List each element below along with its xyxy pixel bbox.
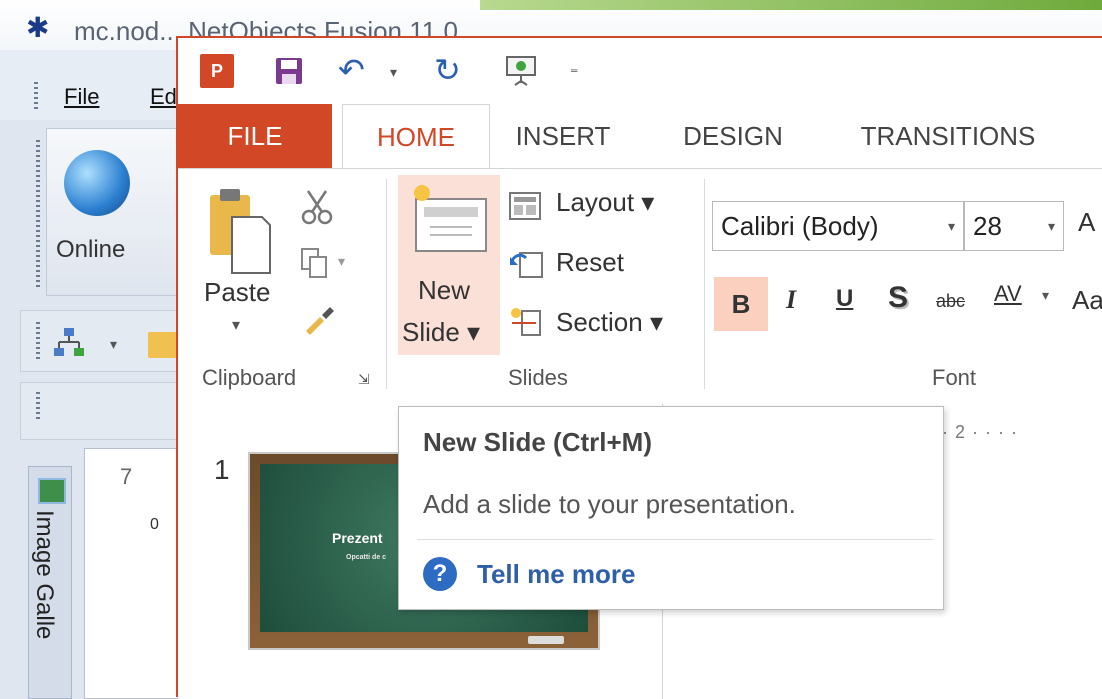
cut-icon[interactable] xyxy=(300,189,334,225)
shadow-button[interactable]: S xyxy=(888,281,908,315)
italic-button[interactable]: I xyxy=(786,285,796,315)
font-size-dropdown-icon[interactable]: ▾ xyxy=(1048,202,1055,250)
undo-icon[interactable]: ↶ xyxy=(338,52,365,88)
redo-icon[interactable]: ↻ xyxy=(434,52,461,88)
copy-dropdown-icon[interactable]: ▾ xyxy=(338,253,345,270)
menubar-grip[interactable] xyxy=(34,82,38,110)
slides-group-label: Slides xyxy=(508,365,568,390)
thumbnail-title: Prezent xyxy=(332,530,383,546)
paste-dropdown-icon[interactable]: ▾ xyxy=(232,315,240,335)
format-painter-icon[interactable] xyxy=(302,305,336,335)
image-gallery-icon xyxy=(38,478,66,504)
ribbon-home: Paste ▾ ▾ Clipboard ⇲ New Slide ▾ Layout… xyxy=(178,168,1102,406)
tab-file[interactable]: FILE xyxy=(178,104,332,168)
image-gallery-label: Image Galle xyxy=(31,510,58,640)
section-button-label[interactable]: Section ▾ xyxy=(556,307,663,338)
font-name-value: Calibri (Body) xyxy=(721,211,879,241)
new-slide-label-line1[interactable]: New xyxy=(418,275,470,306)
group-separator xyxy=(386,179,387,389)
background-toolbar-secondary xyxy=(20,382,182,440)
reset-icon[interactable] xyxy=(508,249,544,279)
panel-grip[interactable] xyxy=(36,140,40,290)
online-button-label[interactable]: Online xyxy=(56,236,125,264)
paste-button-label[interactable]: Paste xyxy=(204,277,271,308)
powerpoint-window: P ↶ ▾ ↻ ⁼ FILE HOME INSERT DESIGN TRANSI… xyxy=(176,36,1102,699)
slide-number: 1 xyxy=(214,454,230,485)
new-slide-icon[interactable] xyxy=(408,181,490,255)
font-name-dropdown-icon[interactable]: ▾ xyxy=(948,202,955,250)
clipboard-group-label: Clipboard xyxy=(202,365,297,390)
change-case-button[interactable]: Aa xyxy=(1072,285,1102,316)
start-presentation-icon[interactable] xyxy=(504,54,538,88)
new-slide-tooltip: New Slide (Ctrl+M) Add a slide to your p… xyxy=(398,406,944,610)
group-separator xyxy=(704,179,705,389)
horizontal-ruler: · 2 · · · · xyxy=(942,422,1018,442)
thumbnail-chalk xyxy=(528,636,564,644)
background-menu-file[interactable]: File xyxy=(64,84,99,110)
background-accent-strip xyxy=(480,0,1102,10)
grow-font-icon[interactable]: A xyxy=(1078,207,1095,238)
background-menu-edit[interactable]: Ed xyxy=(150,84,177,110)
section-icon[interactable] xyxy=(508,305,544,339)
save-icon[interactable] xyxy=(274,56,304,86)
font-size-select[interactable]: 28 ▾ xyxy=(964,201,1064,251)
help-icon[interactable]: ? xyxy=(423,557,457,591)
character-spacing-button[interactable]: AV xyxy=(994,281,1022,307)
underline-button[interactable]: U xyxy=(836,285,853,313)
font-group-label: Font xyxy=(932,365,977,390)
powerpoint-logo-icon[interactable]: P xyxy=(200,54,234,88)
bold-button[interactable]: B xyxy=(714,277,768,331)
toolbar-secondary-grip[interactable] xyxy=(36,392,40,422)
netobjects-logo-icon: ✱ xyxy=(26,12,50,43)
reset-button-label[interactable]: Reset xyxy=(556,247,624,278)
clipboard-launcher-icon[interactable]: ⇲ xyxy=(358,371,370,388)
globe-icon[interactable] xyxy=(64,150,130,216)
layout-button-label[interactable]: Layout ▾ xyxy=(556,187,654,218)
font-size-value: 28 xyxy=(973,211,1002,241)
tooltip-title: New Slide (Ctrl+M) xyxy=(423,427,652,457)
font-name-select[interactable]: Calibri (Body) ▾ xyxy=(712,201,964,251)
ribbon-tabs: FILE HOME INSERT DESIGN TRANSITIONS xyxy=(178,104,1102,170)
sitemap-dropdown-icon[interactable]: ▾ xyxy=(110,336,117,353)
layout-icon[interactable] xyxy=(508,191,542,221)
folder-icon[interactable] xyxy=(148,332,178,358)
new-slide-label-line2[interactable]: Slide ▾ xyxy=(402,317,480,348)
character-spacing-dropdown-icon[interactable]: ▾ xyxy=(1042,287,1049,304)
tab-home[interactable]: HOME xyxy=(342,104,490,170)
undo-dropdown-icon[interactable]: ▾ xyxy=(390,64,397,81)
customize-toolbar-icon[interactable]: ⁼ xyxy=(570,64,578,84)
tooltip-divider xyxy=(417,539,933,540)
sitemap-icon[interactable] xyxy=(52,326,88,360)
copy-icon[interactable] xyxy=(300,247,330,279)
tab-transitions[interactable]: TRANSITIONS xyxy=(828,104,1068,168)
tell-me-more-link[interactable]: Tell me more xyxy=(477,559,635,590)
toolbar-grip[interactable] xyxy=(36,322,40,360)
quick-access-toolbar: P ↶ ▾ ↻ ⁼ xyxy=(178,38,1102,104)
tab-insert[interactable]: INSERT xyxy=(498,104,628,168)
paste-icon[interactable] xyxy=(208,187,272,275)
background-ruler-zero: 0 xyxy=(150,516,159,533)
thumbnail-subtitle: Opcatti de c xyxy=(346,554,387,561)
background-online-panel xyxy=(46,128,182,296)
background-document-area xyxy=(84,448,182,699)
tab-design[interactable]: DESIGN xyxy=(658,104,808,168)
tooltip-description: Add a slide to your presentation. xyxy=(423,489,796,519)
strikethrough-button[interactable]: abc xyxy=(936,291,965,312)
background-ruler-number: 7 xyxy=(120,464,133,489)
